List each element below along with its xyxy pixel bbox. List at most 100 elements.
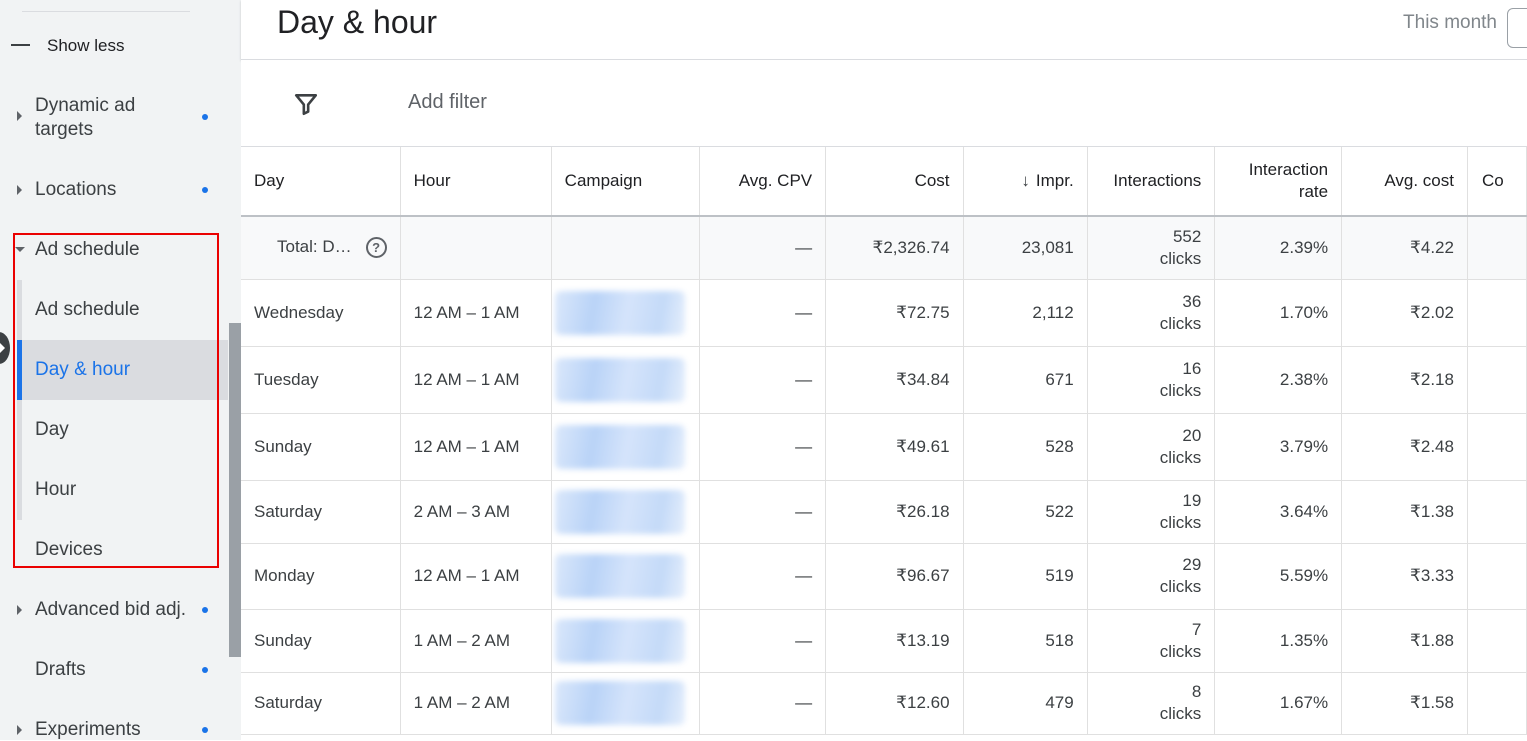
sort-arrow-down-icon: ↓	[1021, 171, 1030, 190]
table-cell: 36 clicks	[1087, 279, 1216, 347]
table-cell: 23,081	[963, 216, 1088, 280]
campaign-cell-blurred[interactable]	[551, 413, 700, 481]
table-cell: —	[699, 609, 827, 673]
column-header-avg-cpv[interactable]: Avg. CPV	[699, 147, 827, 217]
campaign-cell-blurred[interactable]	[551, 543, 700, 610]
table-row[interactable]: Saturday 2 AM – 3 AM — ₹26.18 522 19 clic…	[241, 480, 1527, 544]
add-filter-button[interactable]: Add filter	[408, 91, 487, 114]
table-cell: ₹2.18	[1341, 346, 1468, 414]
sidebar-scrollbar[interactable]	[229, 323, 241, 657]
page-title: Day & hour	[277, 4, 438, 40]
column-header-interaction-rate[interactable]: Interaction rate	[1214, 147, 1343, 217]
report-table-container: Day Hour Campaign Avg. CPV Cost ↓ Impr. I…	[241, 146, 1527, 741]
table-cell: 2 AM – 3 AM	[400, 480, 552, 544]
table-row[interactable]: Tuesday 12 AM – 1 AM — ₹34.84 671 16 clic…	[241, 346, 1527, 414]
table-cell: —	[699, 279, 827, 347]
sidebar-item-locations[interactable]: Locations	[0, 178, 228, 204]
table-row[interactable]: Monday 12 AM – 1 AM — ₹96.67 519 29 click…	[241, 543, 1527, 610]
campaign-cell-blurred[interactable]	[551, 279, 700, 347]
column-header-avg-cost[interactable]: Avg. cost	[1341, 147, 1468, 217]
interactions-count: 16	[1182, 358, 1202, 378]
table-cell: ₹4.22	[1341, 216, 1468, 280]
table-cell: Sunday	[241, 609, 401, 673]
campaign-cell-blurred[interactable]	[551, 346, 700, 414]
sidebar-item-dynamic-ad-targets[interactable]: Dynamic ad targets	[0, 94, 228, 144]
table-cell	[1467, 543, 1527, 610]
table-cell: 2,112	[963, 279, 1088, 347]
table-cell	[1467, 413, 1527, 481]
sidebar-nav: Show less Dynamic ad targets Locations A…	[0, 0, 241, 740]
column-header-impr[interactable]: ↓ Impr.	[963, 147, 1088, 217]
column-header-conversions[interactable]: Co	[1467, 147, 1527, 217]
table-cell: 29 clicks	[1087, 543, 1216, 610]
table-cell: Saturday	[241, 672, 401, 735]
sidebar-item-label: Drafts	[35, 659, 86, 680]
table-cell: 12 AM – 1 AM	[400, 413, 552, 481]
table-cell: 1 AM – 2 AM	[400, 672, 552, 735]
table-cell: ₹13.19	[825, 609, 964, 673]
filter-icon[interactable]	[293, 91, 319, 117]
table-cell: 552 clicks	[1087, 216, 1216, 280]
sidebar-item-advanced-bid-adj[interactable]: Advanced bid adj.	[0, 598, 228, 624]
interactions-unit: clicks	[1159, 248, 1202, 268]
column-header-day[interactable]: Day	[241, 147, 401, 217]
caret-right-icon	[17, 725, 22, 735]
caret-right-icon	[17, 185, 22, 195]
help-icon[interactable]: ?	[365, 237, 387, 259]
interactions-count: 20	[1182, 425, 1202, 445]
interactions-count: 29	[1182, 555, 1202, 574]
blurred-campaign-name	[554, 357, 685, 402]
show-less-toggle[interactable]: Show less	[0, 34, 228, 60]
date-range-label[interactable]: This month	[1403, 12, 1497, 34]
caret-right-icon	[17, 111, 22, 121]
campaign-cell-blurred[interactable]	[551, 672, 700, 735]
filter-bar: Add filter	[241, 60, 1527, 146]
interactions-unit: clicks	[1159, 313, 1202, 333]
sidebar-item-experiments[interactable]: Experiments	[0, 718, 228, 740]
column-header-interactions[interactable]: Interactions	[1087, 147, 1216, 217]
table-cell	[400, 216, 552, 280]
interactions-unit: clicks	[1159, 641, 1202, 661]
table-cell	[1467, 216, 1527, 280]
table-cell: 12 AM – 1 AM	[400, 279, 552, 347]
blurred-campaign-name	[554, 618, 685, 663]
show-less-label: Show less	[47, 36, 125, 55]
table-cell: 1.67%	[1214, 672, 1343, 735]
date-range-picker[interactable]	[1507, 8, 1527, 48]
interactions-unit: clicks	[1159, 704, 1202, 723]
column-header-campaign[interactable]: Campaign	[551, 147, 700, 217]
table-cell: ₹1.58	[1341, 672, 1468, 735]
column-header-hour[interactable]: Hour	[400, 147, 552, 217]
table-cell: —	[699, 413, 827, 481]
table-cell: ₹72.75	[825, 279, 964, 347]
total-row: Total: D…? — ₹2,326.74 23,081 552 clicks …	[241, 216, 1527, 280]
caret-right-icon	[17, 605, 22, 615]
campaign-cell-blurred[interactable]	[551, 609, 700, 673]
table-cell: 2.38%	[1214, 346, 1343, 414]
table-cell: 8 clicks	[1087, 672, 1216, 735]
sidebar-item-drafts[interactable]: Drafts	[0, 658, 228, 684]
interactions-count: 8	[1191, 682, 1202, 701]
table-cell: 20 clicks	[1087, 413, 1216, 481]
table-cell	[1467, 672, 1527, 735]
column-header-cost[interactable]: Cost	[825, 147, 964, 217]
blurred-campaign-name	[554, 554, 685, 598]
report-table: Day Hour Campaign Avg. CPV Cost ↓ Impr. I…	[241, 147, 1527, 735]
table-cell: 1 AM – 2 AM	[400, 609, 552, 673]
table-cell: ₹2,326.74	[825, 216, 964, 280]
table-row[interactable]: Wednesday 12 AM – 1 AM — ₹72.75 2,112 36…	[241, 279, 1527, 347]
blurred-campaign-name	[554, 489, 685, 534]
table-cell: 518	[963, 609, 1088, 673]
table-cell: 1.70%	[1214, 279, 1343, 347]
table-row[interactable]: Sunday 12 AM – 1 AM — ₹49.61 528 20 click…	[241, 413, 1527, 481]
table-cell: 528	[963, 413, 1088, 481]
table-cell: ₹1.38	[1341, 480, 1468, 544]
table-row[interactable]: Sunday 1 AM – 2 AM — ₹13.19 518 7 clicks …	[241, 609, 1527, 673]
table-row[interactable]: Saturday 1 AM – 2 AM — ₹12.60 479 8 click…	[241, 672, 1527, 735]
table-cell: —	[699, 216, 827, 280]
table-cell: 1.35%	[1214, 609, 1343, 673]
table-cell	[1467, 609, 1527, 673]
campaign-cell-blurred[interactable]	[551, 480, 700, 544]
table-cell: 5.59%	[1214, 543, 1343, 610]
table-cell: ₹96.67	[825, 543, 964, 610]
